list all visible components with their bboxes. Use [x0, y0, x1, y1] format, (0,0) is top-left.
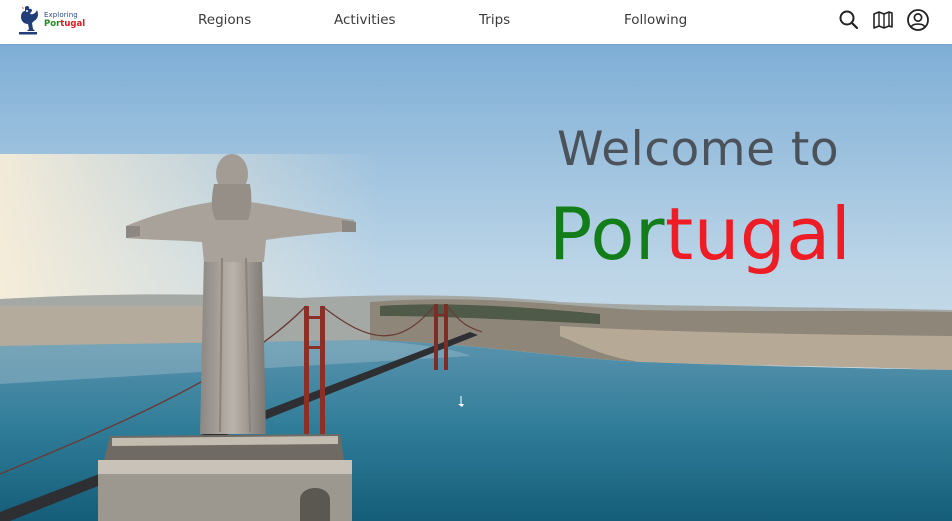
nav-link-following[interactable]: Following [624, 12, 687, 28]
site-logo[interactable]: Exploring Portugal [14, 5, 86, 37]
hero-title: Portugal [549, 192, 851, 276]
logo-name: Portugal [44, 19, 86, 29]
hero-image [0, 44, 952, 521]
account-icon [907, 9, 929, 31]
map-button[interactable] [871, 8, 895, 32]
map-icon [873, 11, 893, 29]
search-icon [839, 10, 859, 30]
hero-welcome-text: Welcome to [557, 122, 840, 177]
top-navbar: Exploring Portugal Regions Activities Tr… [0, 0, 952, 44]
hero-title-red: tugal [665, 192, 852, 276]
nav-link-trips[interactable]: Trips [479, 12, 510, 28]
account-button[interactable] [906, 8, 930, 32]
nav-link-regions[interactable]: Regions [198, 12, 251, 28]
hero-title-green: Por [549, 192, 666, 276]
logo-tagline: Exploring [44, 11, 78, 19]
rooster-icon [19, 5, 38, 35]
hero-banner: Welcome to Portugal [0, 44, 952, 521]
search-button[interactable] [837, 8, 861, 32]
nav-link-activities[interactable]: Activities [334, 12, 396, 28]
